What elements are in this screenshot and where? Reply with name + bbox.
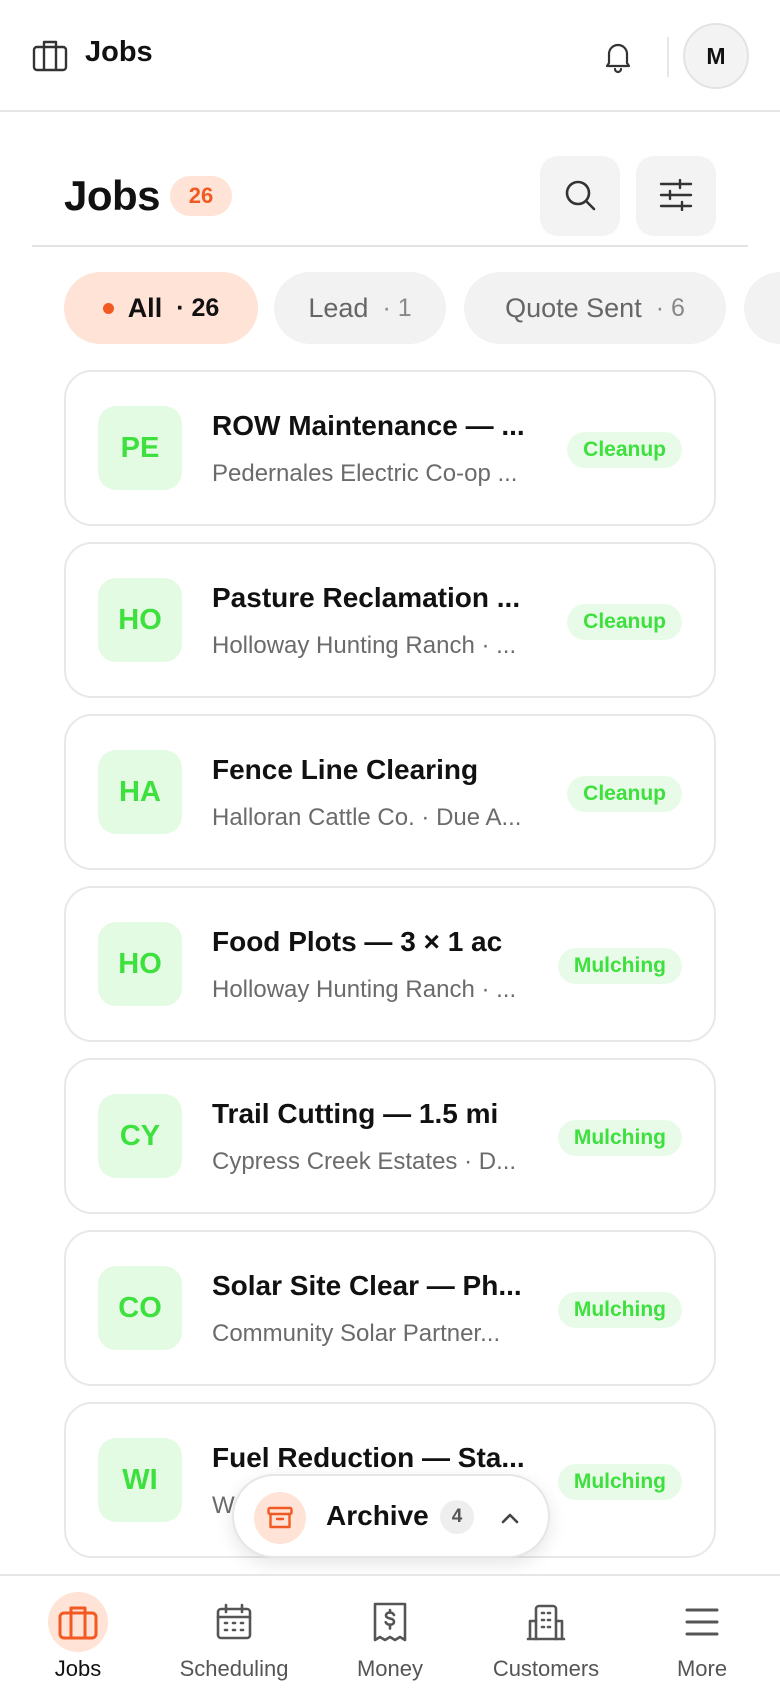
job-title: Pasture Reclamation ... — [212, 582, 521, 613]
chip-count: · 26 — [176, 293, 220, 322]
calendar-icon — [204, 1592, 264, 1652]
job-card[interactable]: PE ROW Maintenance — ... Pedernales Elec… — [64, 370, 716, 526]
customer-initials: CO — [98, 1266, 182, 1350]
filter-button[interactable] — [636, 156, 716, 236]
bottom-tab-bar: Jobs Scheduling Money Customers More — [0, 1574, 780, 1688]
job-subtitle: Holloway Hunting Ranch · ... — [212, 976, 517, 1003]
job-title: Trail Cutting — 1.5 mi — [212, 1098, 499, 1129]
job-card[interactable]: HO Pasture Reclamation ... Holloway Hunt… — [64, 542, 716, 698]
tab-money[interactable]: Money — [312, 1576, 468, 1688]
tab-label: Money — [356, 1656, 424, 1681]
chip-count: · 6 — [655, 293, 685, 322]
job-title: Fence Line Clearing — [212, 754, 479, 785]
job-card[interactable]: CY Trail Cutting — 1.5 mi Cypress Creek … — [64, 1058, 716, 1214]
notifications-bell-icon[interactable] — [600, 38, 636, 74]
job-title: Solar Site Clear — Ph... — [212, 1270, 522, 1301]
job-subtitle: Cypress Creek Estates · D... — [212, 1148, 517, 1175]
briefcase-icon — [48, 1592, 108, 1652]
filter-chip-lead[interactable]: Lead · 1 — [274, 272, 446, 344]
job-title: Food Plots — 3 × 1 ac — [212, 926, 503, 957]
tab-scheduling[interactable]: Scheduling — [156, 1576, 312, 1688]
receipt-dollar-icon — [360, 1592, 420, 1652]
app-title: Jobs — [85, 36, 153, 68]
chip-label: All — [127, 292, 163, 323]
filter-chip-overflow[interactable] — [744, 272, 780, 344]
tab-customers[interactable]: Customers — [468, 1576, 624, 1688]
page-title: Jobs — [64, 172, 161, 219]
chip-count: · 1 — [382, 293, 412, 322]
jobs-count-badge: 26 — [170, 176, 232, 216]
user-avatar[interactable]: M — [683, 23, 749, 89]
job-type-tag: Cleanup — [567, 604, 682, 640]
customer-initials: WI — [98, 1438, 182, 1522]
job-subtitle: Halloran Cattle Co. · Due A... — [212, 804, 522, 831]
job-subtitle: Community Solar Partner... — [212, 1320, 501, 1347]
customer-initials: HO — [98, 922, 182, 1006]
job-type-tag: Mulching — [557, 1120, 682, 1156]
archive-box-icon — [254, 1492, 306, 1544]
search-icon — [563, 178, 597, 215]
job-subtitle: Pedernales Electric Co-op ... — [212, 460, 518, 487]
archive-count: 4 — [440, 1500, 474, 1534]
customer-initials: HO — [98, 578, 182, 662]
job-type-tag: Cleanup — [567, 432, 682, 468]
chevron-up-icon — [496, 1504, 524, 1532]
archive-toggle[interactable]: Archive 4 — [232, 1474, 550, 1558]
archive-label: Archive — [326, 1500, 429, 1531]
tab-jobs[interactable]: Jobs — [0, 1576, 156, 1688]
filter-chip-quote-sent[interactable]: Quote Sent · 6 — [464, 272, 726, 344]
status-filter-chips: All · 26 Lead · 1 Quote Sent · 6 — [64, 272, 780, 344]
building-icon — [516, 1592, 576, 1652]
tab-label: More — [676, 1656, 728, 1681]
job-subtitle: Holloway Hunting Ranch · ... — [212, 632, 517, 659]
job-card[interactable]: HO Food Plots — 3 × 1 ac Holloway Huntin… — [64, 886, 716, 1042]
tab-label: Scheduling — [179, 1656, 289, 1681]
job-card[interactable]: HA Fence Line Clearing Halloran Cattle C… — [64, 714, 716, 870]
sliders-icon — [658, 178, 694, 214]
job-title: ROW Maintenance — ... — [212, 410, 525, 441]
customer-initials: HA — [98, 750, 182, 834]
search-button[interactable] — [540, 156, 620, 236]
customer-initials: CY — [98, 1094, 182, 1178]
customer-initials: PE — [98, 406, 182, 490]
filter-chip-all[interactable]: All · 26 — [64, 272, 258, 344]
menu-icon — [672, 1592, 732, 1652]
job-card[interactable]: CO Solar Site Clear — Ph... Community So… — [64, 1230, 716, 1386]
divider — [667, 37, 669, 77]
header-divider — [32, 245, 748, 247]
job-type-tag: Cleanup — [567, 776, 682, 812]
job-type-tag: Mulching — [557, 1464, 682, 1500]
briefcase-icon — [32, 38, 68, 72]
chip-label: Lead — [308, 292, 369, 323]
job-title: Fuel Reduction — Sta... — [212, 1442, 525, 1473]
active-dot — [102, 302, 114, 314]
job-type-tag: Mulching — [557, 1292, 682, 1328]
app-bar: Jobs M — [0, 0, 780, 112]
tab-more[interactable]: More — [624, 1576, 780, 1688]
chip-label: Quote Sent — [505, 292, 642, 323]
job-type-tag: Mulching — [557, 948, 682, 984]
tab-label: Jobs — [54, 1656, 102, 1681]
tab-label: Customers — [492, 1656, 600, 1681]
